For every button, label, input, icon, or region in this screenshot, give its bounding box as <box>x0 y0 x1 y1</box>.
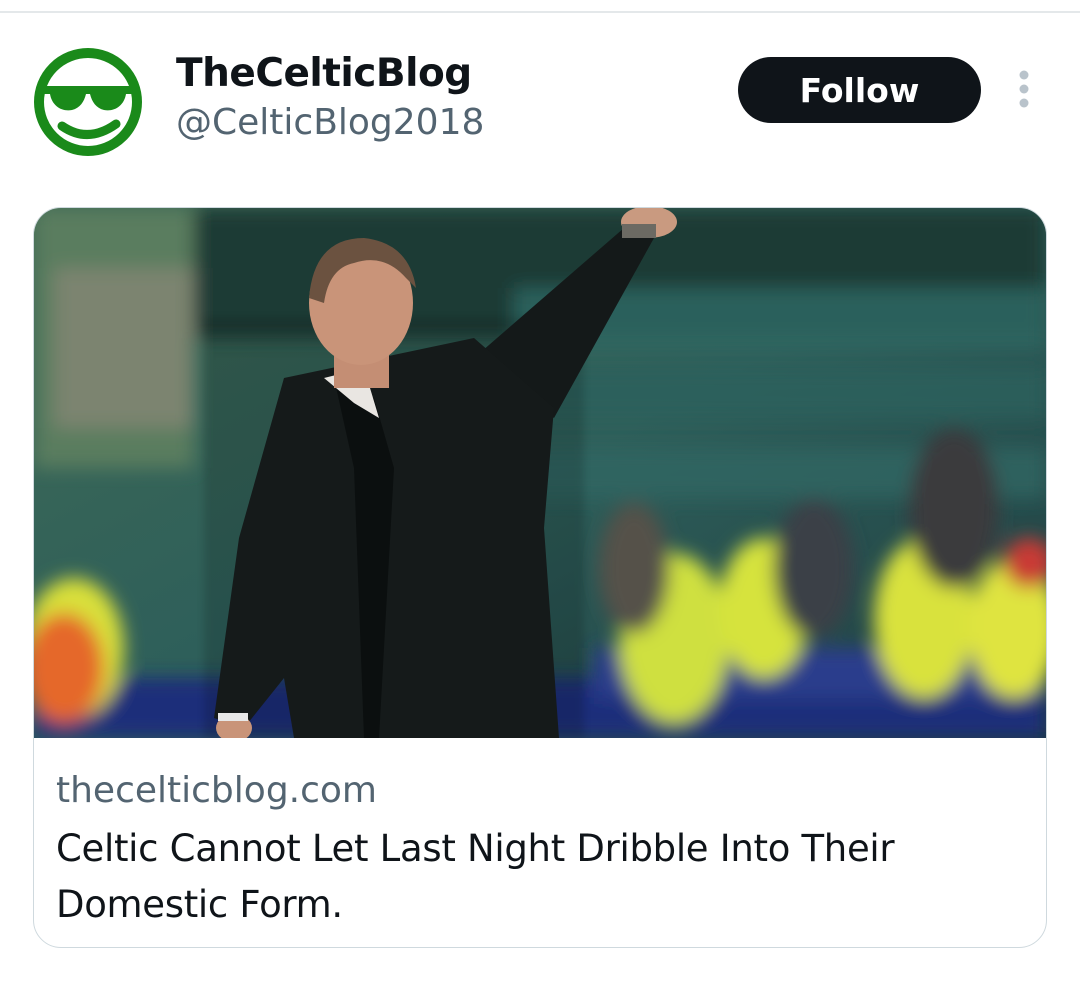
card-title[interactable]: Celtic Cannot Let Last Night Dribble Int… <box>56 821 1016 933</box>
more-vertical-icon <box>1019 70 1029 108</box>
display-name[interactable]: TheCelticBlog <box>176 50 472 98</box>
avatar[interactable] <box>30 44 146 160</box>
card-domain[interactable]: thecelticblog.com <box>56 768 377 814</box>
user-handle[interactable]: @CelticBlog2018 <box>176 100 484 146</box>
top-divider <box>0 11 1080 13</box>
link-card[interactable]: thecelticblog.com Celtic Cannot Let Last… <box>33 207 1047 948</box>
manager-photo <box>34 208 1046 738</box>
sunglasses-smiley-icon <box>34 48 142 156</box>
card-image[interactable] <box>34 208 1046 738</box>
more-options-button[interactable] <box>1004 68 1044 112</box>
follow-button[interactable]: Follow <box>738 57 981 123</box>
